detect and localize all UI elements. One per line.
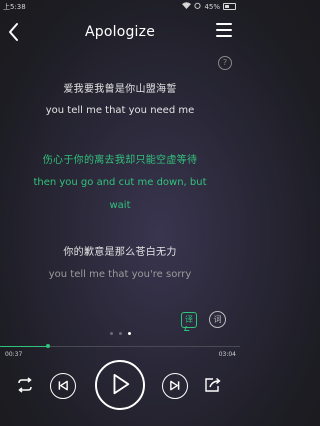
total-time: 03:04 bbox=[218, 351, 236, 358]
repeat-icon bbox=[18, 377, 32, 393]
next-icon bbox=[170, 380, 180, 391]
lyric-line-zh-active: 伤心于你的离去我却只能空虚等待 bbox=[42, 155, 198, 166]
next-button[interactable] bbox=[162, 373, 188, 399]
song-title: Apologize bbox=[84, 24, 156, 40]
status-bar: 上5:38 45% bbox=[0, 0, 240, 14]
header: Apologize bbox=[0, 14, 240, 52]
page-dot bbox=[109, 332, 113, 335]
status-indicators: 45% bbox=[182, 2, 236, 11]
menu-icon bbox=[216, 23, 232, 25]
lyric-line-en-active-cont: wait bbox=[109, 200, 131, 211]
page-indicator bbox=[0, 332, 240, 335]
repeat-button[interactable] bbox=[15, 377, 35, 393]
play-button[interactable] bbox=[95, 360, 145, 410]
previous-button[interactable] bbox=[50, 373, 76, 399]
previous-icon bbox=[58, 380, 68, 391]
page-dot bbox=[118, 332, 122, 335]
share-button[interactable] bbox=[204, 377, 222, 393]
status-time: 上5:38 bbox=[3, 3, 26, 11]
lyric-line-en-active: then you go and cut me down, but bbox=[33, 177, 207, 188]
lyric-line-zh: 你的歉意是那么苍白无力 bbox=[63, 247, 177, 258]
menu-icon-bar bbox=[216, 29, 232, 31]
wifi-icon bbox=[182, 2, 192, 11]
menu-icon-bar bbox=[216, 35, 232, 37]
battery-percent: 45% bbox=[204, 2, 220, 11]
play-icon bbox=[113, 373, 130, 395]
player-controls bbox=[0, 360, 240, 420]
translate-button[interactable]: 译 bbox=[181, 312, 197, 328]
menu-button[interactable] bbox=[216, 23, 232, 39]
help-icon[interactable]: ? bbox=[218, 56, 232, 70]
page-dot-active bbox=[127, 332, 131, 335]
share-icon bbox=[205, 377, 221, 392]
lyric-line-en: you tell me that you're sorry bbox=[48, 269, 192, 280]
word-button[interactable]: 词 bbox=[209, 311, 226, 328]
battery-icon bbox=[223, 3, 236, 10]
current-time: 00:37 bbox=[5, 351, 23, 358]
alarm-icon bbox=[194, 2, 201, 11]
lyric-line-en: you tell me that you need me bbox=[45, 105, 195, 116]
progress-bar[interactable] bbox=[0, 344, 240, 348]
lyric-line-zh: 爱我要我曾是你山盟海誓 bbox=[63, 84, 177, 95]
progress-handle[interactable] bbox=[46, 344, 50, 348]
progress-fill bbox=[0, 346, 48, 347]
